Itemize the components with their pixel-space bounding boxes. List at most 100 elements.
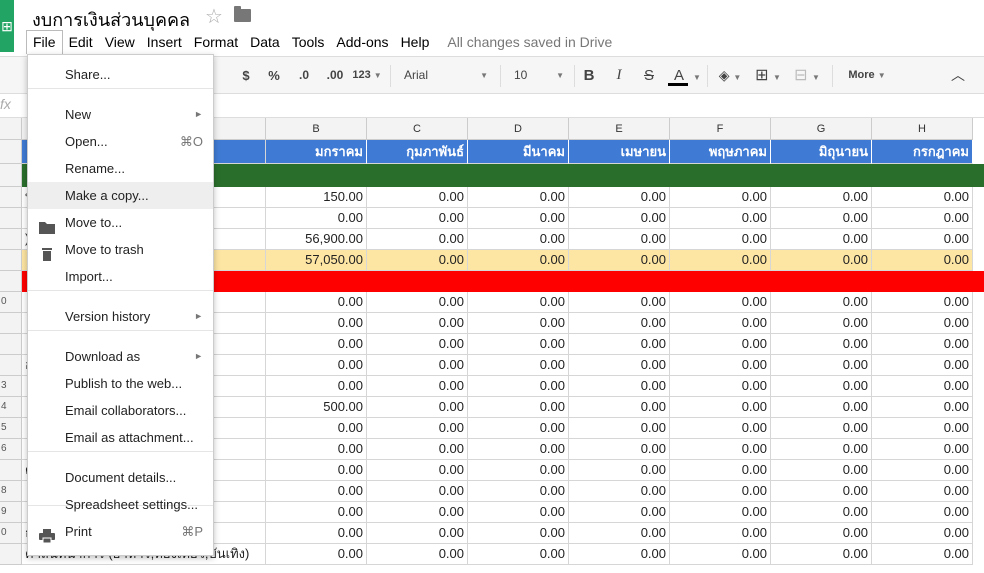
value-cell[interactable]: 56,900.00	[266, 229, 367, 250]
file-menu-item-move-to-trash[interactable]: Move to trash	[28, 236, 213, 263]
value-cell[interactable]: 0.00	[670, 334, 771, 355]
value-cell[interactable]: 0.00	[670, 187, 771, 208]
value-cell[interactable]: 0.00	[872, 334, 973, 355]
menu-file[interactable]: File	[26, 30, 63, 54]
row-number[interactable]	[0, 334, 22, 355]
value-cell[interactable]: 0.00	[367, 313, 468, 334]
file-menu-item-move-to[interactable]: Move to...	[28, 209, 213, 236]
value-cell[interactable]: 0.00	[771, 208, 872, 229]
merge-cells-button[interactable]: ⊟ ▼	[792, 57, 822, 94]
value-cell[interactable]: 0.00	[468, 397, 569, 418]
value-cell[interactable]: 0.00	[771, 250, 872, 271]
value-cell[interactable]: 0.00	[771, 544, 872, 565]
menu-insert[interactable]: Insert	[141, 30, 188, 54]
value-cell[interactable]: 0.00	[670, 460, 771, 481]
value-cell[interactable]: 0.00	[569, 334, 670, 355]
row-number[interactable]	[0, 460, 22, 481]
value-cell[interactable]: 0.00	[872, 355, 973, 376]
currency-format-button[interactable]: $	[238, 57, 254, 94]
font-family-select[interactable]: Arial ▼	[404, 57, 490, 94]
value-cell[interactable]: 0.00	[468, 334, 569, 355]
folder-icon[interactable]	[234, 6, 251, 22]
select-all-corner[interactable]	[0, 118, 22, 140]
value-cell[interactable]: 0.00	[266, 481, 367, 502]
italic-button[interactable]: I	[610, 57, 628, 94]
row-number[interactable]: 0	[0, 523, 22, 544]
value-cell[interactable]: 0.00	[468, 208, 569, 229]
value-cell[interactable]: 0.00	[367, 397, 468, 418]
file-menu-item-version-history[interactable]: Version history ►	[28, 303, 213, 330]
value-cell[interactable]: 0.00	[771, 502, 872, 523]
value-cell[interactable]: 0.00	[367, 250, 468, 271]
value-cell[interactable]: 0.00	[670, 292, 771, 313]
value-cell[interactable]: 0.00	[266, 502, 367, 523]
value-cell[interactable]: 0.00	[569, 544, 670, 565]
row-number[interactable]	[0, 187, 22, 208]
value-cell[interactable]: 0.00	[872, 250, 973, 271]
value-cell[interactable]: 0.00	[367, 355, 468, 376]
font-size-select[interactable]: 10 ▼	[514, 57, 566, 94]
value-cell[interactable]: 0.00	[266, 292, 367, 313]
text-color-button[interactable]: A	[666, 57, 692, 94]
value-cell[interactable]: 0.00	[367, 439, 468, 460]
value-cell[interactable]: 0.00	[872, 460, 973, 481]
file-menu-item-make-a-copy[interactable]: Make a copy...	[28, 182, 213, 209]
value-cell[interactable]: 0.00	[569, 208, 670, 229]
row-number[interactable]	[0, 229, 22, 250]
value-cell[interactable]: 0.00	[670, 313, 771, 334]
menu-data[interactable]: Data	[244, 30, 286, 54]
column-header[interactable]: H	[872, 118, 973, 140]
value-cell[interactable]: 0.00	[670, 397, 771, 418]
value-cell[interactable]: 0.00	[468, 439, 569, 460]
value-cell[interactable]: 0.00	[468, 355, 569, 376]
value-cell[interactable]: 0.00	[367, 544, 468, 565]
month-header-cell[interactable]: มีนาคม	[468, 140, 569, 164]
percent-format-button[interactable]: %	[265, 57, 283, 94]
row-number[interactable]	[0, 355, 22, 376]
row-number[interactable]: 0	[0, 292, 22, 313]
file-menu-item-import[interactable]: Import...	[28, 263, 213, 290]
value-cell[interactable]: 0.00	[670, 481, 771, 502]
file-menu-item-email-as-attachment[interactable]: Email as attachment...	[28, 424, 213, 451]
value-cell[interactable]: 0.00	[468, 460, 569, 481]
value-cell[interactable]: 0.00	[872, 502, 973, 523]
column-header[interactable]: C	[367, 118, 468, 140]
value-cell[interactable]: 0.00	[569, 376, 670, 397]
value-cell[interactable]: 0.00	[670, 376, 771, 397]
file-menu-item-download-as[interactable]: Download as ►	[28, 343, 213, 370]
more-button[interactable]: More ▼	[842, 57, 892, 94]
value-cell[interactable]: 0.00	[367, 460, 468, 481]
value-cell[interactable]: 0.00	[670, 208, 771, 229]
value-cell[interactable]: 0.00	[266, 523, 367, 544]
value-cell[interactable]: 0.00	[872, 208, 973, 229]
value-cell[interactable]: 57,050.00	[266, 250, 367, 271]
value-cell[interactable]: 0.00	[569, 250, 670, 271]
value-cell[interactable]: 0.00	[367, 376, 468, 397]
value-cell[interactable]: 0.00	[872, 229, 973, 250]
value-cell[interactable]: 0.00	[771, 523, 872, 544]
row-number[interactable]: 6	[0, 439, 22, 460]
value-cell[interactable]: 0.00	[367, 292, 468, 313]
value-cell[interactable]: 0.00	[771, 397, 872, 418]
value-cell[interactable]: 0.00	[266, 376, 367, 397]
value-cell[interactable]: 0.00	[872, 481, 973, 502]
save-status[interactable]: All changes saved in Drive	[447, 34, 612, 50]
value-cell[interactable]: 0.00	[367, 208, 468, 229]
value-cell[interactable]: 0.00	[771, 355, 872, 376]
value-cell[interactable]: 0.00	[569, 292, 670, 313]
value-cell[interactable]: 0.00	[569, 313, 670, 334]
value-cell[interactable]: 0.00	[266, 544, 367, 565]
value-cell[interactable]: 0.00	[771, 292, 872, 313]
row-number[interactable]: 4	[0, 397, 22, 418]
row-number[interactable]	[0, 140, 22, 164]
row-number[interactable]: 9	[0, 502, 22, 523]
value-cell[interactable]: 0.00	[367, 334, 468, 355]
value-cell[interactable]: 0.00	[569, 418, 670, 439]
value-cell[interactable]: 0.00	[872, 313, 973, 334]
menu-format[interactable]: Format	[188, 30, 244, 54]
value-cell[interactable]: 0.00	[872, 418, 973, 439]
value-cell[interactable]: 0.00	[468, 418, 569, 439]
value-cell[interactable]: 0.00	[468, 481, 569, 502]
value-cell[interactable]: 0.00	[872, 523, 973, 544]
star-icon[interactable]: ☆	[205, 4, 223, 29]
